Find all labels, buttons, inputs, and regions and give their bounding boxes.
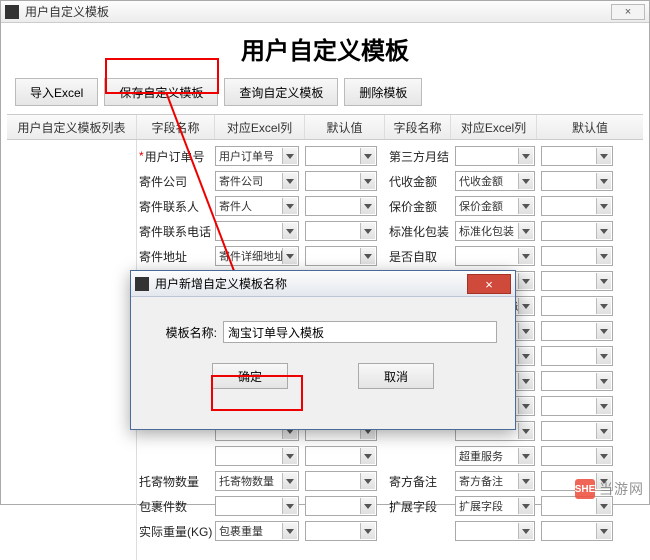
- chevron-down-icon: [518, 523, 533, 539]
- template-name-input[interactable]: [223, 321, 497, 343]
- watermark-logo: SHE: [575, 479, 595, 499]
- dialog-title: 用户新增自定义模板名称: [155, 275, 287, 292]
- combo-select[interactable]: [541, 521, 613, 541]
- dialog-titlebar: 用户新增自定义模板名称 ×: [131, 271, 515, 297]
- chevron-down-icon: [360, 523, 375, 539]
- chevron-down-icon: [596, 523, 611, 539]
- dialog-close-button[interactable]: ×: [467, 274, 511, 294]
- new-template-dialog: 用户新增自定义模板名称 × 模板名称: 确定 取消: [130, 270, 516, 430]
- watermark: SHE 当游网: [575, 479, 644, 499]
- dialog-cancel-button[interactable]: 取消: [358, 363, 434, 389]
- combo-select[interactable]: [305, 521, 377, 541]
- dialog-ok-button[interactable]: 确定: [212, 363, 288, 389]
- combo-select[interactable]: 包裹重量: [215, 521, 299, 541]
- dialog-icon: [135, 277, 149, 291]
- combo-select[interactable]: [455, 521, 535, 541]
- field-label: 实际重量(KG): [137, 523, 215, 540]
- watermark-text: 当游网: [599, 479, 644, 499]
- chevron-down-icon: [282, 523, 297, 539]
- template-name-label: 模板名称:: [149, 324, 223, 341]
- dialog-mask: 用户新增自定义模板名称 × 模板名称: 确定 取消: [0, 0, 650, 505]
- field-row: 实际重量(KG)包裹重量: [137, 519, 643, 543]
